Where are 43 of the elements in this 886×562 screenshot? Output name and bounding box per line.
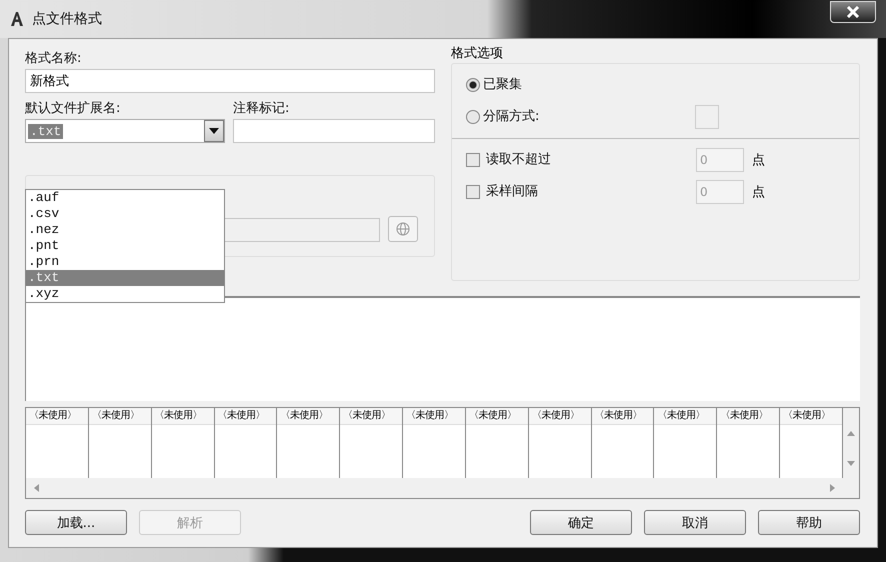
selected-extension: .txt (28, 124, 64, 138)
column-header[interactable]: 〈未使用〉 (466, 408, 528, 425)
column-header[interactable]: 〈未使用〉 (340, 408, 402, 425)
scroll-left-icon[interactable] (34, 484, 39, 492)
field-label: 默认文件扩展名: (25, 100, 122, 118)
radio-button[interactable] (466, 110, 480, 124)
column-header[interactable]: 〈未使用〉 (592, 408, 654, 425)
field-label: 格式名称: (25, 50, 82, 68)
dropdown-button[interactable] (204, 120, 224, 142)
unit-label: 点 (752, 184, 765, 201)
dialog-button[interactable]: 帮助 (758, 510, 860, 535)
column-header[interactable]: 〈未使用〉 (717, 408, 780, 425)
dialog-button[interactable]: 确定 (530, 510, 632, 535)
column-header[interactable]: 〈未使用〉 (26, 408, 88, 425)
scroll-right-icon[interactable] (830, 484, 835, 492)
column-header[interactable]: 〈未使用〉 (654, 408, 716, 425)
dialog-button[interactable]: 加载... (25, 510, 127, 535)
column-header[interactable]: 〈未使用〉 (88, 408, 151, 425)
column-header[interactable]: 〈未使用〉 (403, 408, 465, 425)
radio-button[interactable] (466, 78, 480, 92)
field-label: 注释标记: (233, 100, 290, 118)
checkbox-label: 采样间隔 (486, 183, 538, 201)
column-header[interactable]: 〈未使用〉 (214, 408, 276, 425)
radio-label: 已聚集 (483, 76, 522, 94)
column-header[interactable]: 〈未使用〉 (152, 408, 214, 425)
column-header[interactable]: 〈未使用〉 (277, 408, 340, 425)
radio-label: 分隔方式: (483, 108, 540, 126)
caret-icon (209, 128, 219, 134)
dialog-button[interactable]: 取消 (644, 510, 746, 535)
format-name-field[interactable]: 新格式 (25, 69, 435, 93)
window-title: 点文件格式 (32, 10, 102, 28)
column-header[interactable]: 〈未使用〉 (780, 408, 842, 425)
scroll-down-icon[interactable] (847, 460, 855, 466)
scroll-up-icon[interactable] (847, 430, 855, 436)
close-icon (846, 6, 860, 18)
group-title: 格式选项 (451, 45, 504, 63)
comment-marker-field[interactable] (233, 119, 435, 143)
close-button[interactable] (830, 1, 876, 23)
globe-icon (396, 222, 410, 236)
checkbox-label: 读取不超过 (486, 151, 551, 169)
column-header[interactable]: 〈未使用〉 (528, 408, 591, 425)
app-logo-icon (10, 11, 24, 27)
unit-label: 点 (752, 152, 765, 169)
